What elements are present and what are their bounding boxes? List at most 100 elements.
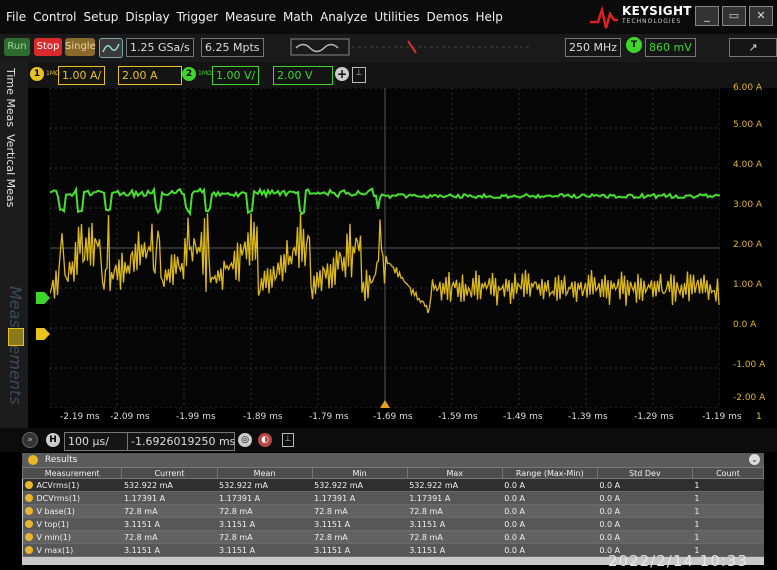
add-channel-icon[interactable]: +	[335, 67, 349, 81]
memory-depth[interactable]: 6.25 Mpts	[201, 38, 264, 57]
column-header[interactable]: Measurement	[23, 468, 122, 479]
menu-setup[interactable]: Setup	[83, 10, 118, 24]
channel2-ground-marker[interactable]	[36, 292, 50, 304]
table-cell: 1	[692, 518, 763, 531]
brand-name: KEYSIGHT	[622, 4, 692, 18]
menu-file[interactable]: File	[6, 10, 26, 24]
channel1-dot-icon	[25, 520, 33, 528]
channel1-offset[interactable]: 2.00 A	[118, 66, 182, 85]
results-table: Measurement Current Mean Min Max Range (…	[22, 467, 764, 557]
table-cell: 0.0 A	[502, 505, 597, 518]
table-cell: 0.0 A	[597, 492, 692, 505]
x-tick-label: -1.79 ms	[309, 412, 349, 422]
table-cell: 3.1151 A	[407, 518, 502, 531]
timebase-scale[interactable]: 100 µs/	[64, 432, 128, 451]
results-header: Results ⌄	[22, 453, 764, 467]
menu-measure[interactable]: Measure	[225, 10, 276, 24]
table-cell: 72.8 mA	[217, 505, 312, 518]
menu-utilities[interactable]: Utilities	[374, 10, 419, 24]
measurement-cell: V min(1)	[23, 531, 122, 544]
table-cell: 1	[692, 479, 763, 492]
pin-timebase-icon[interactable]: ⊥	[282, 433, 294, 447]
close-icon[interactable]: ✕	[749, 6, 773, 26]
run-button[interactable]: Run	[4, 38, 30, 56]
menu-demos[interactable]: Demos	[427, 10, 469, 24]
menu-control[interactable]: Control	[33, 10, 76, 24]
column-header[interactable]: Count	[692, 468, 763, 479]
minimize-icon[interactable]: _	[695, 6, 719, 26]
channel1-ground-marker[interactable]	[36, 328, 50, 340]
waveform-display[interactable]	[50, 88, 720, 408]
menu-analyze[interactable]: Analyze	[320, 10, 367, 24]
trigger-edge-icon[interactable]: ↗	[729, 38, 777, 57]
y-tick-label: 6.00 A	[733, 83, 762, 93]
stop-button[interactable]: Stop	[34, 38, 62, 56]
measurement-add-icon[interactable]	[8, 328, 24, 346]
menu-math[interactable]: Math	[283, 10, 313, 24]
table-row[interactable]: V base(1) 72.8 mA 72.8 mA 72.8 mA 72.8 m…	[23, 505, 764, 518]
table-cell: 3.1151 A	[407, 544, 502, 557]
table-cell: 3.1151 A	[122, 544, 217, 557]
menu-display[interactable]: Display	[125, 10, 169, 24]
trigger-source-badge[interactable]: T	[626, 37, 642, 53]
table-row[interactable]: V min(1) 72.8 mA 72.8 mA 72.8 mA 72.8 mA…	[23, 531, 764, 544]
table-cell: 0.0 A	[597, 479, 692, 492]
table-cell: 1	[692, 531, 763, 544]
waveform-graticule	[50, 88, 720, 408]
restore-icon[interactable]: ▭	[722, 6, 746, 26]
sample-rate[interactable]: 1.25 GSa/s	[126, 38, 194, 57]
x-tick-label: -1.29 ms	[634, 412, 674, 422]
control-toolbar: Run Stop Single 1.25 GSa/s 6.25 Mpts 250…	[0, 34, 777, 62]
pin-icon[interactable]: ⊥	[352, 67, 366, 83]
measurement-cell: DCVrms(1)	[23, 492, 122, 505]
menu-help[interactable]: Help	[475, 10, 502, 24]
column-header[interactable]: Min	[312, 468, 407, 479]
zoom-icon[interactable]: ◎	[238, 433, 252, 447]
channel2-scale[interactable]: 1.00 V/	[212, 66, 259, 85]
table-cell: 3.1151 A	[122, 518, 217, 531]
x-tick-label: -2.19 ms	[60, 412, 100, 422]
table-row[interactable]: ACVrms(1) 532.922 mA 532.922 mA 532.922 …	[23, 479, 764, 492]
menu-trigger[interactable]: Trigger	[177, 10, 218, 24]
timebase-badge[interactable]: H	[46, 433, 60, 447]
reference-icon[interactable]: ◐	[258, 433, 272, 447]
column-header[interactable]: Current	[122, 468, 217, 479]
channel1-badge[interactable]: 1	[30, 67, 44, 81]
column-header[interactable]: Max	[407, 468, 502, 479]
x-tick-label: -2.09 ms	[110, 412, 150, 422]
table-cell: 532.922 mA	[407, 479, 502, 492]
table-row[interactable]: DCVrms(1) 1.17391 A 1.17391 A 1.17391 A …	[23, 492, 764, 505]
x-tick-label: -1.49 ms	[503, 412, 543, 422]
auto-scale-icon[interactable]	[99, 38, 123, 58]
table-cell: 1.17391 A	[312, 492, 407, 505]
collapse-icon[interactable]: ⌄	[749, 454, 760, 465]
trigger-level[interactable]: 860 mV	[645, 38, 696, 57]
channel1-scale[interactable]: 1.00 A/	[58, 66, 105, 85]
channel2-badge[interactable]: 2	[182, 67, 196, 81]
expand-results-icon[interactable]: »	[22, 432, 38, 448]
timebase-position[interactable]: -1.6926019250 ms	[127, 432, 235, 451]
channel-bar: 1 1MΩ 1.00 A/ 2.00 A 2 1MΩ 1.00 V/ 2.00 …	[0, 62, 777, 88]
table-cell: 1	[692, 505, 763, 518]
y-tick-label: -1.00 A	[733, 360, 765, 370]
column-header[interactable]: Range (Max-Min)	[502, 468, 597, 479]
channel1-dot-icon	[25, 507, 33, 515]
tab-vertical-meas[interactable]: Vertical Meas	[4, 134, 17, 207]
table-cell: 532.922 mA	[312, 479, 407, 492]
results-settings-icon[interactable]	[28, 455, 38, 465]
y-tick-label: 3.00 A	[733, 200, 762, 210]
table-row[interactable]: V top(1) 3.1151 A 3.1151 A 3.1151 A 3.11…	[23, 518, 764, 531]
table-cell: 72.8 mA	[312, 505, 407, 518]
timebase-bar: » H 100 µs/ -1.6926019250 ms ◎ ◐ ⊥	[0, 428, 777, 452]
capture-timestamp: 2022/2/14 10:33	[608, 552, 748, 570]
column-header[interactable]: Std Dev	[597, 468, 692, 479]
table-cell: 0.0 A	[597, 518, 692, 531]
tab-time-meas[interactable]: Time Meas	[4, 68, 17, 127]
bandwidth-limit[interactable]: 250 MHz	[565, 38, 621, 57]
column-header[interactable]: Mean	[217, 468, 312, 479]
channel2-impedance: 1MΩ	[198, 70, 212, 77]
results-title: Results	[45, 455, 78, 465]
channel1-dot-icon	[25, 546, 33, 554]
channel2-offset[interactable]: 2.00 V	[273, 66, 333, 85]
single-button[interactable]: Single	[65, 38, 95, 56]
